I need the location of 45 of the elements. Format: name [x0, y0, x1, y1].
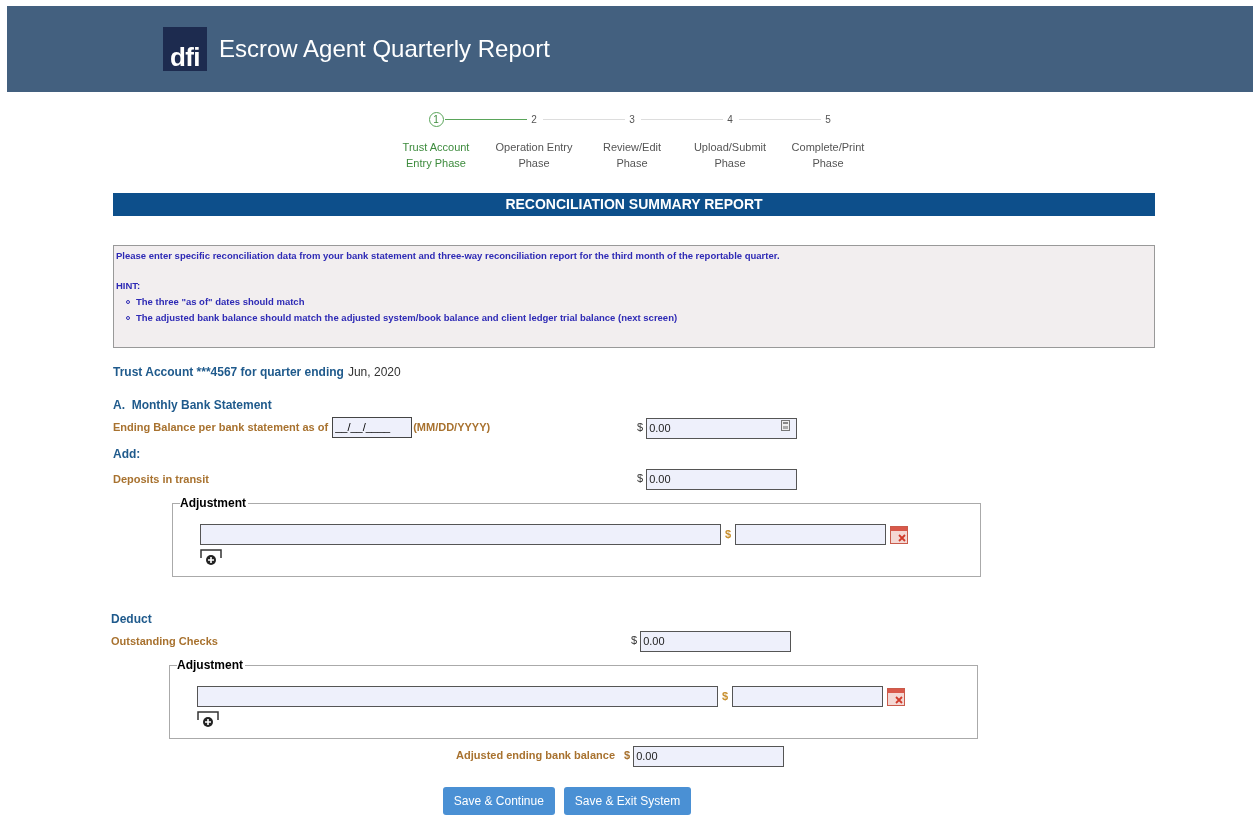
hint-label: HINT: — [116, 279, 142, 293]
currency-symbol: $ — [637, 419, 644, 435]
hint-item: The three "as of" dates should match — [136, 295, 305, 309]
section-heading: A. Monthly Bank Statement — [113, 397, 273, 414]
step-label[interactable]: Review/Edit Phase — [591, 139, 673, 171]
step-label[interactable]: Upload/Submit Phase — [689, 139, 771, 171]
section-heading: Add: — [113, 446, 142, 463]
section-heading: Deduct — [111, 611, 153, 628]
report-title-bar: RECONCILIATION SUMMARY REPORT — [113, 193, 1155, 216]
instructions-text: Please enter specific reconciliation data from your bank statement and three-way reconciliation report for the third month of the reportable quarter. — [116, 249, 781, 263]
field-label: Adjusted ending bank balance — [456, 747, 615, 763]
amount-field[interactable]: 0.00 — [646, 417, 798, 439]
quarter-period: Jun, 2020 — [347, 364, 401, 381]
add-row-icon[interactable] — [197, 711, 219, 728]
adjustment-legend: Adjustment — [177, 656, 245, 674]
description-field[interactable] — [197, 686, 718, 707]
amount-field[interactable] — [735, 524, 887, 545]
logo: dfi — [163, 27, 207, 71]
field-label: Deposits in transit — [113, 473, 209, 485]
step-label[interactable]: Operation Entry Phase — [493, 139, 575, 171]
app-title: Escrow Agent Quarterly Report — [219, 34, 550, 64]
date-format-hint: (MM/DD/YYYY) — [413, 419, 491, 435]
add-row-icon[interactable] — [200, 549, 222, 566]
step-label[interactable]: Trust Account Entry Phase — [395, 139, 477, 171]
field-label: Ending Balance per bank statement as of — [113, 419, 329, 435]
field-label: Outstanding Checks — [111, 635, 218, 647]
account-label: Trust Account ***4567 for quarter ending — [113, 364, 344, 381]
hint-item: The adjusted bank balance should match the adjusted system/book balance and client ledger trial balance (next screen) — [136, 311, 678, 325]
currency-symbol: $ — [631, 632, 638, 648]
currency-symbol: $ — [722, 689, 729, 705]
amount-field[interactable] — [732, 686, 884, 707]
delete-row-icon[interactable] — [890, 525, 909, 544]
amount-field[interactable]: 0.00 — [646, 468, 798, 490]
delete-row-icon[interactable] — [887, 687, 906, 706]
step-number: 1 — [428, 112, 444, 127]
calculator-icon[interactable] — [781, 420, 791, 431]
description-field[interactable] — [200, 524, 721, 545]
amount-field[interactable]: 0.00 — [640, 630, 792, 652]
currency-symbol: $ — [624, 747, 631, 763]
adjustment-legend: Adjustment — [180, 494, 248, 512]
currency-symbol: $ — [725, 527, 732, 543]
date-field[interactable]: __/__/____ — [332, 416, 413, 438]
amount-field[interactable]: 0.00 — [633, 745, 785, 767]
currency-symbol: $ — [637, 470, 644, 486]
step-label[interactable]: Complete/Print Phase — [787, 139, 869, 171]
